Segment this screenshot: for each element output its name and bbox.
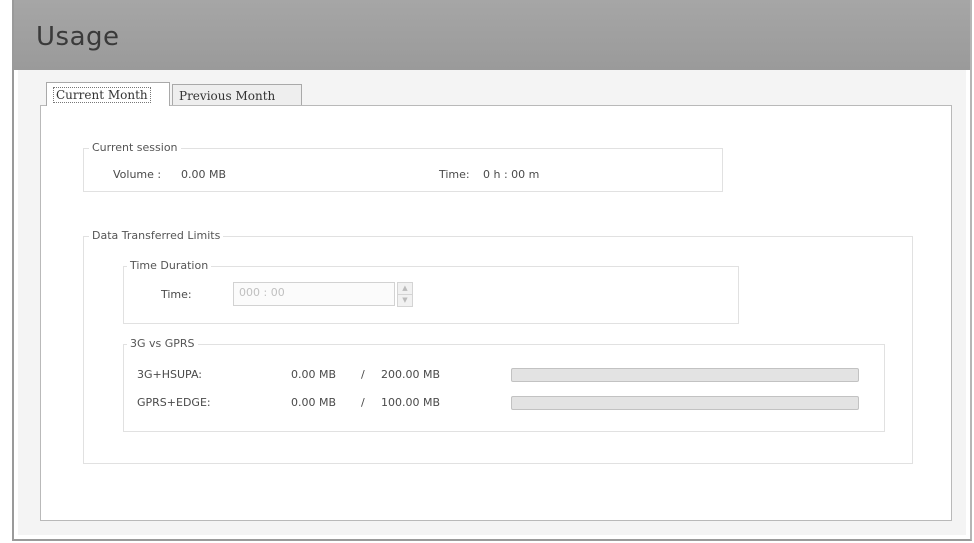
- row-separator: /: [361, 368, 365, 381]
- usage-progress-bar: [511, 368, 859, 382]
- current-session-title: Current session: [89, 141, 181, 154]
- tab-label: Current Month: [53, 87, 151, 103]
- spin-down-button[interactable]: ▼: [397, 294, 413, 307]
- duration-spinner: ▲ ▼: [397, 282, 413, 307]
- tab-label: Previous Month: [179, 89, 276, 103]
- limits-title: Data Transferred Limits: [89, 229, 224, 242]
- row-label: GPRS+EDGE:: [137, 396, 211, 409]
- content-area: Current Month Previous Month Current ses…: [18, 70, 966, 535]
- row-used: 0.00 MB: [291, 396, 337, 409]
- time-duration-title: Time Duration: [127, 259, 212, 272]
- time-duration-group: [123, 266, 739, 324]
- current-session-group: [83, 148, 723, 192]
- network-title: 3G vs GPRS: [127, 337, 198, 350]
- row-used: 0.00 MB: [291, 368, 337, 381]
- usage-window: Usage Current Month Previous Month Curre…: [12, 0, 972, 541]
- network-group: [123, 344, 885, 432]
- session-time-value: 0 h : 00 m: [483, 168, 540, 181]
- row-limit: 200.00 MB: [381, 368, 441, 381]
- window-header: Usage: [14, 0, 970, 70]
- usage-progress-bar: [511, 396, 859, 410]
- duration-time-input[interactable]: 000 : 00: [233, 282, 395, 306]
- duration-time-label: Time:: [161, 288, 192, 301]
- volume-value: 0.00 MB: [181, 168, 227, 181]
- tab-previous-month[interactable]: Previous Month: [172, 84, 302, 106]
- row-separator: /: [361, 396, 365, 409]
- row-label: 3G+HSUPA:: [137, 368, 203, 381]
- session-time-label: Time:: [439, 168, 470, 181]
- row-limit: 100.00 MB: [381, 396, 441, 409]
- page-title: Usage: [36, 22, 120, 52]
- volume-label: Volume :: [113, 168, 162, 181]
- tab-panel: Current session Volume : 0.00 MB Time: 0…: [40, 105, 952, 521]
- tab-current-month[interactable]: Current Month: [46, 82, 170, 106]
